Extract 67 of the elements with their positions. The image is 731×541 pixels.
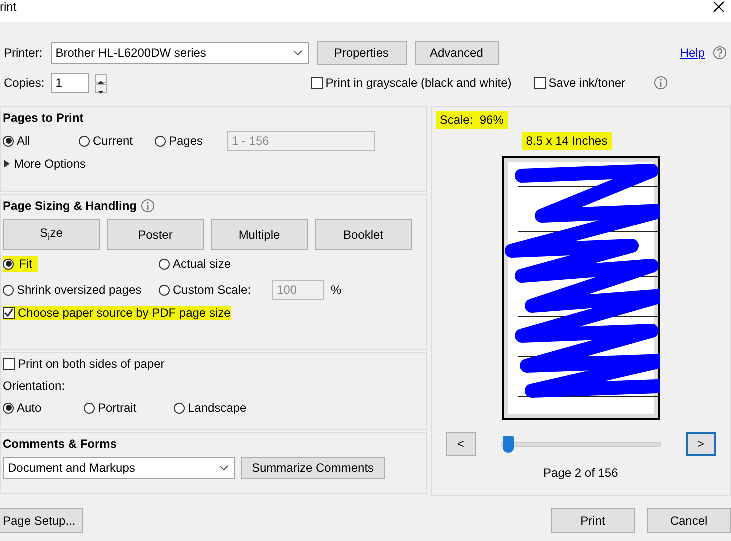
- radio-label: Current: [93, 134, 134, 148]
- checkbox[interactable]: [3, 307, 15, 319]
- page-counter: Page 2 of 156: [544, 466, 618, 480]
- radio-label: Landscape: [188, 401, 247, 415]
- radio-label: All: [17, 134, 30, 148]
- radio-label: Shrink oversized pages: [17, 283, 142, 297]
- radio-button[interactable]: [3, 136, 14, 146]
- radio-button[interactable]: [159, 284, 170, 296]
- radio-button[interactable]: [155, 136, 166, 146]
- up-arrow-icon: [96, 78, 106, 86]
- summarize-comments-button[interactable]: Summarize Comments: [241, 457, 386, 479]
- radio-button[interactable]: [84, 402, 95, 414]
- copies-label: Copies:: [4, 76, 45, 90]
- radio-label: Portrait: [98, 401, 137, 415]
- previous-page-button[interactable]: <: [446, 432, 476, 456]
- save-ink-label: Save ink/toner: [548, 76, 626, 90]
- orientation-label: Orientation:: [3, 379, 66, 393]
- section-title: Pages to Print: [3, 111, 85, 125]
- percent-label: %: [331, 283, 342, 297]
- section-title: Comments & Forms: [3, 437, 118, 451]
- checkbox[interactable]: [310, 77, 323, 89]
- spin-down-button[interactable]: [94, 84, 107, 92]
- comments-dropdown[interactable]: Document and Markups: [3, 457, 235, 479]
- radio-button[interactable]: [174, 402, 185, 414]
- sizing-button[interactable]: Multiple: [211, 219, 308, 250]
- help-icon: [713, 46, 727, 60]
- checkbox[interactable]: [3, 358, 15, 370]
- duplex-label: Print on both sides of paper: [18, 357, 165, 371]
- section-title: Page Sizing & Handling: [3, 199, 138, 213]
- radio-label: Pages: [169, 134, 204, 148]
- copies-field[interactable]: 1: [50, 73, 89, 93]
- window-title: rint: [0, 0, 17, 14]
- grayscale-label: Print in grayscale (black and white): [326, 76, 512, 90]
- sizing-button[interactable]: S$_{i}$ze: [3, 219, 100, 250]
- properties-button[interactable]: Properties: [316, 41, 407, 65]
- sizing-button[interactable]: Poster: [107, 219, 204, 250]
- radio-button[interactable]: [3, 258, 14, 270]
- printer-label: Printer:: [4, 46, 43, 60]
- radio-label: Custom Scale:: [173, 283, 252, 297]
- page-setup-button[interactable]: Page Setup...: [0, 508, 83, 533]
- more-options-link[interactable]: More Options: [14, 157, 86, 171]
- print-button[interactable]: Print: [551, 508, 635, 533]
- close-icon: [713, 1, 725, 13]
- chevron-down-icon: [218, 463, 230, 473]
- cancel-button[interactable]: Cancel: [647, 508, 731, 533]
- radio-button[interactable]: [159, 258, 170, 270]
- slider-thumb[interactable]: [503, 436, 514, 452]
- radio-button[interactable]: [3, 402, 14, 414]
- chevron-down-icon: [292, 48, 304, 58]
- radio-button[interactable]: [3, 284, 14, 296]
- next-page-button[interactable]: >: [686, 432, 716, 456]
- printer-dropdown[interactable]: Brother HL-L6200DW series: [50, 42, 309, 64]
- info-icon: [141, 199, 156, 213]
- radio-label: Actual size: [173, 257, 232, 271]
- down-arrow-icon: [96, 88, 106, 96]
- scale-label: Scale: 96%: [436, 111, 508, 129]
- sizing-button[interactable]: Booklet: [315, 219, 412, 250]
- checkbox[interactable]: [534, 77, 546, 89]
- help-link[interactable]: Help: [680, 46, 705, 60]
- paper-source-label: Choose paper source by PDF page size: [18, 306, 231, 320]
- radio-label: Auto: [17, 401, 42, 415]
- advanced-button[interactable]: Advanced: [414, 41, 499, 65]
- info-icon: [654, 76, 668, 90]
- paper-size-label: 8.5 x 14 Inches: [522, 132, 612, 150]
- expand-triangle-icon: [3, 160, 11, 168]
- radio-button[interactable]: [79, 136, 90, 146]
- checkmark-icon: [4, 308, 14, 318]
